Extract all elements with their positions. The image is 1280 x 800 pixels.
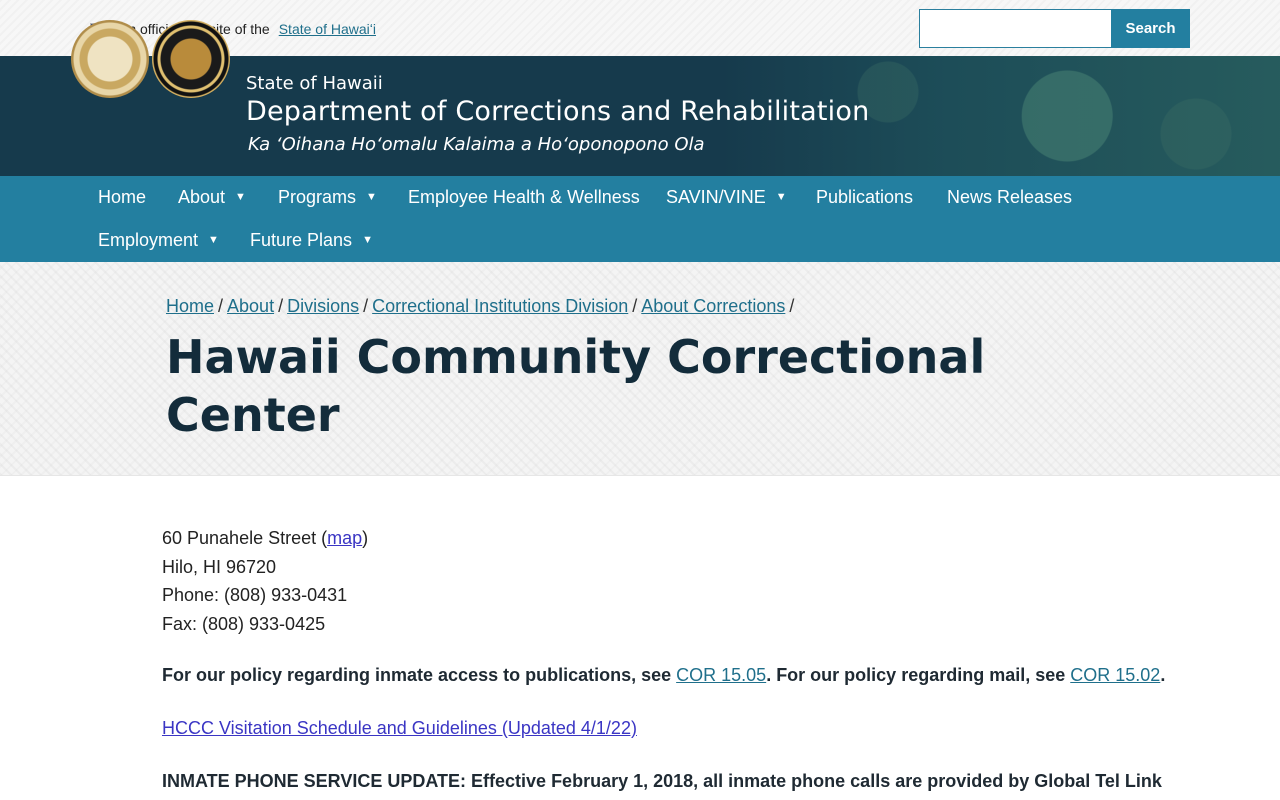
caret-down-icon: ▼ <box>208 234 219 246</box>
state-seal-logo[interactable] <box>71 20 149 98</box>
nav-item-label: Publications <box>816 186 914 207</box>
policy-text-3: . <box>1160 665 1166 685</box>
facility-address: 60 Punahele Street (map) Hilo, HI 96720 … <box>162 525 1122 640</box>
nav-item-employment[interactable]: Employment ▼ <box>98 228 219 252</box>
address-street: 60 Punahele Street ( <box>162 528 328 548</box>
breadcrumb-separator: / <box>278 296 284 316</box>
search-input[interactable] <box>919 9 1111 48</box>
nav-item-news-releases[interactable]: News Releases <box>947 185 1072 209</box>
search-form: Search <box>919 9 1190 48</box>
address-fax: Fax: (808) 933-0425 <box>162 614 326 635</box>
address-phone: Phone: (808) 933-0431 <box>162 585 348 606</box>
caret-down-icon: ▼ <box>366 191 377 203</box>
nav-item-label: About <box>178 186 226 207</box>
address-street-line: 60 Punahele Street (map) <box>162 525 1122 554</box>
nav-item-label: Employment <box>98 229 199 250</box>
breadcrumb-separator: / <box>632 296 638 316</box>
state-of-hawaii-link[interactable]: State of Hawaiʻi <box>279 21 376 37</box>
nav-item-about[interactable]: About ▼ <box>178 185 246 209</box>
breadcrumb: Home / About / Divisions / Correctional Instit… <box>166 296 798 317</box>
visitation-schedule-link[interactable]: HCCC Visitation Schedule and Guidelines … <box>162 718 637 739</box>
breadcrumb-about-corrections[interactable]: About Corrections <box>641 296 785 316</box>
department-seal-logo[interactable] <box>152 20 230 98</box>
nav-item-home[interactable]: Home <box>98 185 146 209</box>
nav-item-programs[interactable]: Programs ▼ <box>278 185 377 209</box>
caret-down-icon: ▼ <box>235 191 246 203</box>
breadcrumb-separator: / <box>218 296 224 316</box>
inmate-phone-update: INMATE PHONE SERVICE UPDATE: Effective F… <box>162 771 1162 791</box>
nav-item-label: Home <box>98 186 147 207</box>
policy-text-2: . For our policy regarding mail, see <box>766 665 1071 685</box>
breadcrumb-correctional-institutions[interactable]: Correctional Institutions Division <box>372 296 628 316</box>
address-city: Hilo, HI 96720 <box>162 556 277 577</box>
cor-15-05-link[interactable]: COR 15.05 <box>676 665 766 685</box>
caret-down-icon: ▼ <box>775 191 787 203</box>
nav-item-future-plans[interactable]: Future Plans ▼ <box>250 228 373 252</box>
main-navigation: Home About ▼ Programs ▼ Employee Health … <box>0 176 1280 262</box>
nav-item-label: Future Plans <box>250 229 353 250</box>
policy-text-1: For our policy regarding inmate access t… <box>162 665 677 685</box>
breadcrumb-home[interactable]: Home <box>166 296 214 316</box>
cor-15-02-link[interactable]: COR 15.02 <box>1070 665 1160 685</box>
site-department-name[interactable]: Department of Corrections and Rehabilita… <box>246 96 869 127</box>
nav-item-label: SAVIN/VINE <box>666 186 766 207</box>
site-hawaiian-name: Ka ʻOihana Hoʻomalu Kalaima a Hoʻoponopo… <box>248 134 705 155</box>
nav-item-savin-vine[interactable]: SAVIN/VINE ▼ <box>666 185 787 209</box>
site-state-name: State of Hawaii <box>246 73 383 94</box>
breadcrumb-separator: / <box>363 296 369 316</box>
policy-notice: For our policy regarding inmate access t… <box>162 665 1165 686</box>
breadcrumb-divisions[interactable]: Divisions <box>287 296 359 316</box>
caret-down-icon: ▼ <box>362 234 373 246</box>
nav-item-employee-health[interactable]: Employee Health & Wellness <box>408 185 640 209</box>
breadcrumb-about[interactable]: About <box>227 296 274 316</box>
nav-item-label: Employee Health & Wellness <box>408 186 640 207</box>
page-title: Hawaii Community Correctional Center <box>166 330 986 442</box>
nav-item-label: Programs <box>278 186 357 207</box>
nav-item-publications[interactable]: Publications <box>816 185 913 209</box>
address-paren: ) <box>362 528 369 548</box>
nav-item-label: News Releases <box>947 186 1073 207</box>
search-button[interactable]: Search <box>1111 9 1190 48</box>
map-link[interactable]: map <box>327 528 362 548</box>
breadcrumb-separator: / <box>789 296 795 316</box>
